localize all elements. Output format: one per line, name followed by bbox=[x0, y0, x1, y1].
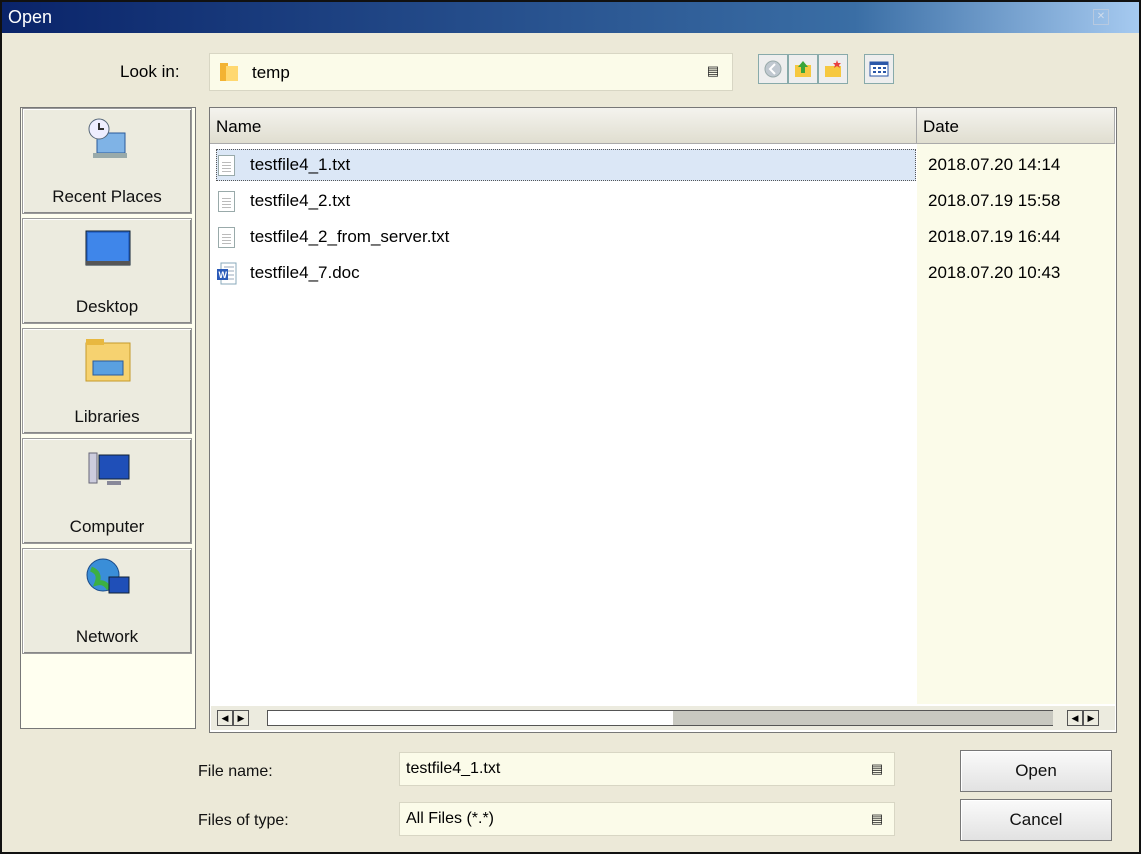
scroll-right-icon[interactable]: ▶ bbox=[233, 710, 249, 726]
file-date: 2018.07.19 16:44 bbox=[928, 227, 1061, 246]
text-file-icon bbox=[218, 191, 235, 212]
file-type-value: All Files (*.*) bbox=[406, 810, 495, 827]
place-computer[interactable]: Computer bbox=[22, 438, 192, 544]
view-menu-icon bbox=[869, 61, 889, 77]
file-date: 2018.07.20 10:43 bbox=[928, 263, 1061, 282]
file-row[interactable]: testfile4_1.txt 2018.07.20 14:14 bbox=[210, 148, 1115, 183]
file-name-label: File name: bbox=[198, 763, 273, 780]
back-arrow-icon bbox=[764, 60, 782, 78]
file-row[interactable]: testfile4_2_from_server.txt 2018.07.19 1… bbox=[210, 220, 1115, 255]
scroll-right-icon[interactable]: ▶ bbox=[1083, 710, 1099, 726]
word-doc-icon: W bbox=[217, 262, 237, 285]
cancel-button[interactable]: Cancel bbox=[960, 799, 1112, 841]
file-row[interactable]: W testfile4_7.doc 2018.07.20 10:43 bbox=[210, 256, 1115, 291]
place-recent-places[interactable]: Recent Places bbox=[22, 108, 192, 214]
place-label: Computer bbox=[69, 517, 145, 536]
up-folder-icon bbox=[795, 61, 811, 77]
view-menu-button[interactable] bbox=[864, 54, 894, 84]
desktop-icon bbox=[85, 230, 131, 266]
up-folder-button[interactable] bbox=[788, 54, 818, 84]
column-header-label: Date bbox=[923, 117, 959, 136]
new-folder-icon bbox=[825, 60, 841, 77]
file-name-value: testfile4_1.txt bbox=[406, 760, 501, 777]
file-name: testfile4_2.txt bbox=[250, 191, 351, 210]
computer-icon bbox=[88, 452, 130, 485]
place-label: Network bbox=[75, 627, 139, 646]
column-header-name[interactable]: Name bbox=[210, 108, 917, 144]
look-in-dropdown[interactable]: temp ▤ bbox=[209, 53, 733, 91]
back-button[interactable] bbox=[758, 54, 788, 84]
svg-text:W: W bbox=[219, 270, 228, 280]
place-network[interactable]: Network bbox=[22, 548, 192, 654]
column-header-label: Name bbox=[216, 117, 262, 136]
scrollbar-thumb[interactable] bbox=[673, 711, 1053, 725]
window-title: Open bbox=[8, 7, 53, 27]
place-label: Libraries bbox=[74, 407, 140, 426]
look-in-value: temp bbox=[252, 63, 290, 82]
place-libraries[interactable]: Libraries bbox=[22, 328, 192, 434]
new-folder-button[interactable] bbox=[818, 54, 848, 84]
folder-icon bbox=[220, 63, 238, 81]
network-icon bbox=[86, 558, 130, 594]
place-desktop[interactable]: Desktop bbox=[22, 218, 192, 324]
place-label: Desktop bbox=[75, 297, 139, 316]
file-name: testfile4_7.doc bbox=[250, 263, 360, 282]
file-row[interactable]: testfile4_2.txt 2018.07.19 15:58 bbox=[210, 184, 1115, 219]
look-in-label: Look in: bbox=[120, 62, 180, 81]
title-bar[interactable]: Open ✕ bbox=[2, 2, 1139, 33]
file-type-label: Files of type: bbox=[198, 812, 289, 829]
file-date: 2018.07.19 15:58 bbox=[928, 191, 1061, 210]
text-file-icon bbox=[218, 227, 235, 248]
file-date: 2018.07.20 14:14 bbox=[928, 155, 1061, 174]
file-list[interactable]: Name Date testfile4_1.txt 2018.07.20 14:… bbox=[209, 107, 1117, 733]
dropdown-arrow-icon[interactable]: ▤ bbox=[870, 762, 884, 776]
open-dialog: Open ✕ Look in: temp ▤ Recent Places Des… bbox=[0, 0, 1141, 854]
file-type-dropdown[interactable]: All Files (*.*) ▤ bbox=[399, 802, 895, 836]
open-button[interactable]: Open bbox=[960, 750, 1112, 792]
places-bar: Recent Places Desktop Libraries Computer bbox=[20, 107, 196, 729]
column-header-date[interactable]: Date bbox=[917, 108, 1115, 144]
file-name-input[interactable]: testfile4_1.txt ▤ bbox=[399, 752, 895, 786]
scrollbar-track[interactable] bbox=[267, 710, 1053, 726]
recent-places-icon bbox=[88, 118, 127, 158]
dropdown-arrow-icon[interactable]: ▤ bbox=[706, 64, 720, 78]
libraries-icon bbox=[85, 339, 131, 382]
close-icon[interactable]: ✕ bbox=[1093, 9, 1109, 25]
file-name: testfile4_1.txt bbox=[250, 155, 351, 174]
scroll-left-icon[interactable]: ◀ bbox=[217, 710, 233, 726]
horizontal-scrollbar[interactable]: ◀ ▶ ◀ ▶ bbox=[211, 706, 1115, 730]
place-label: Recent Places bbox=[52, 187, 162, 206]
text-file-icon bbox=[218, 155, 235, 176]
dropdown-arrow-icon[interactable]: ▤ bbox=[870, 812, 884, 826]
file-name: testfile4_2_from_server.txt bbox=[250, 227, 450, 246]
scroll-left-icon[interactable]: ◀ bbox=[1067, 710, 1083, 726]
